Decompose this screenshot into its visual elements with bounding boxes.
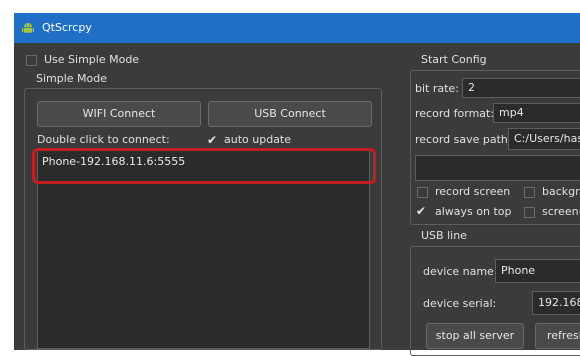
auto-update-label: auto update [224, 133, 292, 146]
android-app-icon [22, 23, 34, 33]
screen-off-label: screen- [542, 205, 580, 218]
refresh-button[interactable]: refresh [535, 323, 580, 349]
device-serial-input[interactable]: 192.168.1 [532, 291, 580, 315]
double-click-label: Double click to connect: [37, 133, 170, 146]
background-record-label: backgro [542, 185, 580, 198]
simple-mode-group-title: Simple Mode [36, 72, 108, 85]
device-name-label: device name: [423, 265, 498, 278]
window-title: QtScrcpy [42, 21, 92, 34]
main-window: Use Simple Mode Simple Mode WIFI Connect… [14, 43, 580, 356]
device-name-input[interactable]: Phone [495, 259, 580, 283]
usb-line-group: device name: Phone device serial: 192.16… [410, 246, 580, 356]
record-format-label: record format: [415, 107, 495, 120]
use-simple-mode-checkbox[interactable] [26, 55, 37, 66]
screen-off-checkbox[interactable] [524, 207, 535, 218]
bit-rate-label: bit rate: [415, 82, 459, 95]
device-serial-label: device serial: [423, 297, 497, 310]
start-config-group: bit rate: 2 record format: mp4 record sa… [410, 70, 580, 225]
record-format-select[interactable]: mp4 [493, 103, 580, 123]
simple-mode-group: WIFI Connect USB Connect Double click to… [24, 88, 382, 350]
usb-line-title: USB line [421, 229, 467, 242]
stop-all-server-button[interactable]: stop all server [426, 323, 524, 349]
record-save-path-input[interactable]: C:/Users/has [508, 128, 580, 150]
extra-config-input[interactable] [415, 155, 580, 181]
device-highlight-annotation [32, 148, 376, 184]
record-save-path-label: record save path: [415, 133, 512, 146]
auto-update-checkbox[interactable]: ✔ [207, 134, 217, 146]
record-screen-label: record screen [435, 185, 511, 198]
always-on-top-label: always on top [435, 205, 512, 218]
always-on-top-checkbox[interactable]: ✔ [416, 205, 426, 217]
start-config-title: Start Config [421, 53, 487, 66]
background-record-checkbox[interactable] [524, 187, 535, 198]
use-simple-mode-label: Use Simple Mode [44, 53, 140, 66]
title-bar: QtScrcpy [14, 13, 580, 43]
usb-connect-button[interactable]: USB Connect [208, 101, 372, 127]
wifi-connect-button[interactable]: WIFI Connect [37, 101, 201, 127]
record-screen-checkbox[interactable] [417, 187, 428, 198]
bit-rate-input[interactable]: 2 [462, 78, 580, 98]
